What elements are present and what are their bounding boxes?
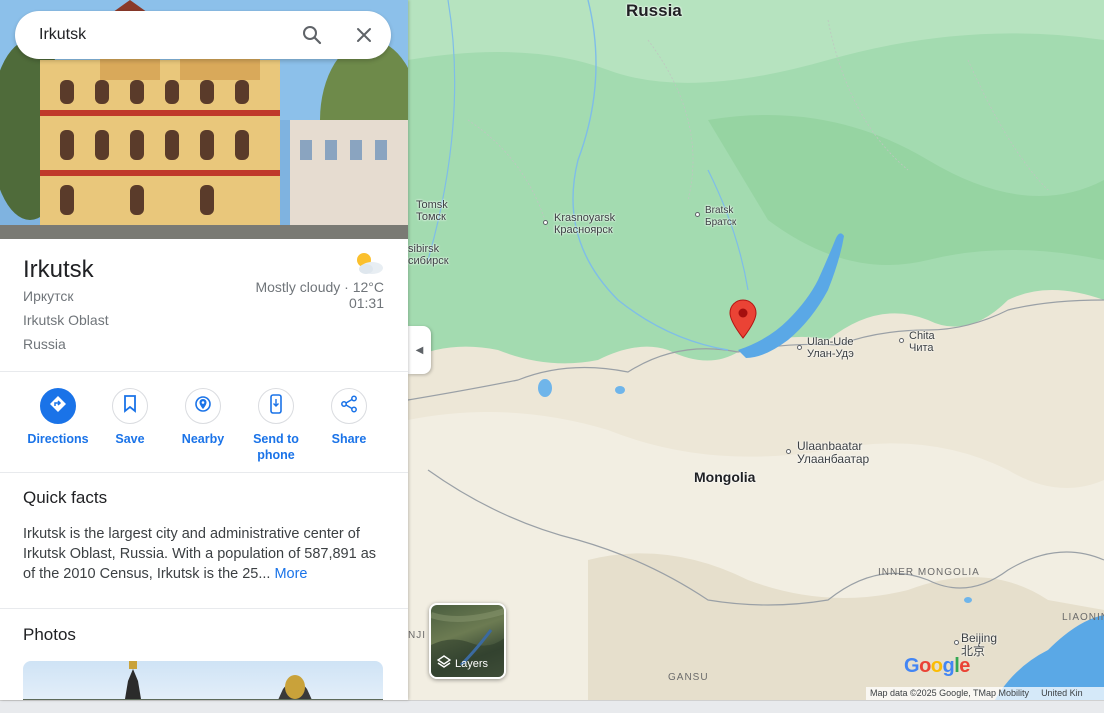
- map-label-inner-mongolia: INNER MONGOLIA: [878, 567, 980, 578]
- divider: [0, 608, 408, 609]
- save-button[interactable]: Save: [94, 388, 166, 447]
- send-to-phone-label: Send to phone: [253, 432, 299, 462]
- phone-icon: [269, 393, 283, 419]
- search-icon[interactable]: [300, 23, 324, 47]
- city-dot-krasnoyarsk: [543, 220, 548, 225]
- share-button[interactable]: Share: [313, 388, 385, 447]
- save-label: Save: [115, 432, 145, 446]
- layers-label: Layers: [436, 655, 488, 672]
- quick-facts-body: Irkutsk is the largest city and administ…: [23, 526, 377, 582]
- map-label-krasnoyarsk[interactable]: Krasnoyarsk Красноярск: [554, 212, 615, 236]
- weather-partly-cloudy-icon: [357, 253, 383, 274]
- city-dot-bratsk: [695, 212, 700, 217]
- share-label: Share: [331, 432, 367, 446]
- map-label-chita[interactable]: Chita Чита: [909, 330, 935, 354]
- map-label-mongolia[interactable]: Mongolia: [694, 470, 755, 484]
- chevron-left-icon: ◀: [415, 344, 424, 356]
- send-to-phone-button[interactable]: Send to phone: [240, 388, 312, 463]
- map-attribution: Map data ©2025 Google, TMap Mobility Uni…: [866, 687, 1104, 701]
- place-native-name: Иркутск: [23, 288, 74, 304]
- map-label-ulan-ude[interactable]: Ulan-Ude Улан-Удэ: [807, 336, 854, 360]
- city-dot-ulaanbaatar: [786, 449, 791, 454]
- place-region: Irkutsk Oblast: [23, 312, 109, 328]
- local-time: 01:31: [348, 295, 384, 311]
- directions-button[interactable]: Directions: [22, 388, 94, 447]
- location-pin-icon[interactable]: [729, 299, 757, 339]
- attribution-country[interactable]: United Kin: [1041, 688, 1083, 700]
- map-label-tomsk[interactable]: Tomsk Томск: [416, 199, 448, 223]
- layers-button[interactable]: Layers: [429, 603, 506, 679]
- search-box: [15, 11, 391, 59]
- photo-thumbnail[interactable]: [23, 661, 383, 700]
- city-dot-chita: [899, 338, 904, 343]
- quick-facts-title: Quick facts: [23, 488, 108, 507]
- map-label-ulaanbaatar[interactable]: Ulaanbaatar Улаанбаатар: [797, 440, 869, 466]
- city-dot-beijing: [954, 640, 959, 645]
- quick-facts-text: Irkutsk is the largest city and administ…: [23, 524, 383, 584]
- divider: [0, 472, 408, 473]
- map-label-gansu: GANSU: [668, 672, 709, 683]
- map-label-ningxia: NJI: [408, 630, 426, 641]
- nearby-button[interactable]: Nearby: [167, 388, 239, 447]
- nearby-label: Nearby: [181, 432, 225, 446]
- map-label-russia[interactable]: Russia: [626, 2, 682, 19]
- place-panel: Irkutsk Иркутск Irkutsk Oblast Russia Mo…: [0, 0, 408, 700]
- city-dot-ulan-ude: [797, 345, 802, 350]
- taskbar: [0, 700, 1104, 713]
- search-input[interactable]: [39, 26, 279, 44]
- place-title: Irkutsk: [23, 256, 94, 283]
- map-label-bratsk[interactable]: Bratsk Братск: [705, 205, 736, 229]
- directions-label: Directions: [27, 432, 89, 446]
- collapse-panel-button[interactable]: ◀: [408, 326, 431, 374]
- weather-summary: Mostly cloudy · 12°C: [255, 279, 384, 295]
- layers-icon: [436, 655, 452, 672]
- directions-icon: [49, 395, 67, 418]
- google-logo: Google: [904, 655, 970, 677]
- nearby-icon: [193, 394, 213, 419]
- place-country: Russia: [23, 336, 66, 352]
- map-canvas[interactable]: Russia Mongolia Tomsk Томск Krasnoyarsk Кр…: [408, 0, 1104, 713]
- share-icon: [340, 395, 358, 418]
- map-label-novosibirsk[interactable]: sibirsk сибирск: [408, 243, 449, 267]
- divider: [0, 371, 408, 372]
- close-icon[interactable]: [352, 23, 376, 47]
- map-terrain: [408, 0, 1104, 713]
- photos-title: Photos: [23, 625, 76, 644]
- church-photo: [23, 661, 383, 700]
- bookmark-icon: [123, 394, 137, 418]
- map-label-liaoning: LIAONING: [1062, 612, 1104, 623]
- attribution-text[interactable]: Map data ©2025 Google, TMap Mobility: [870, 688, 1029, 700]
- more-link[interactable]: More: [274, 566, 307, 582]
